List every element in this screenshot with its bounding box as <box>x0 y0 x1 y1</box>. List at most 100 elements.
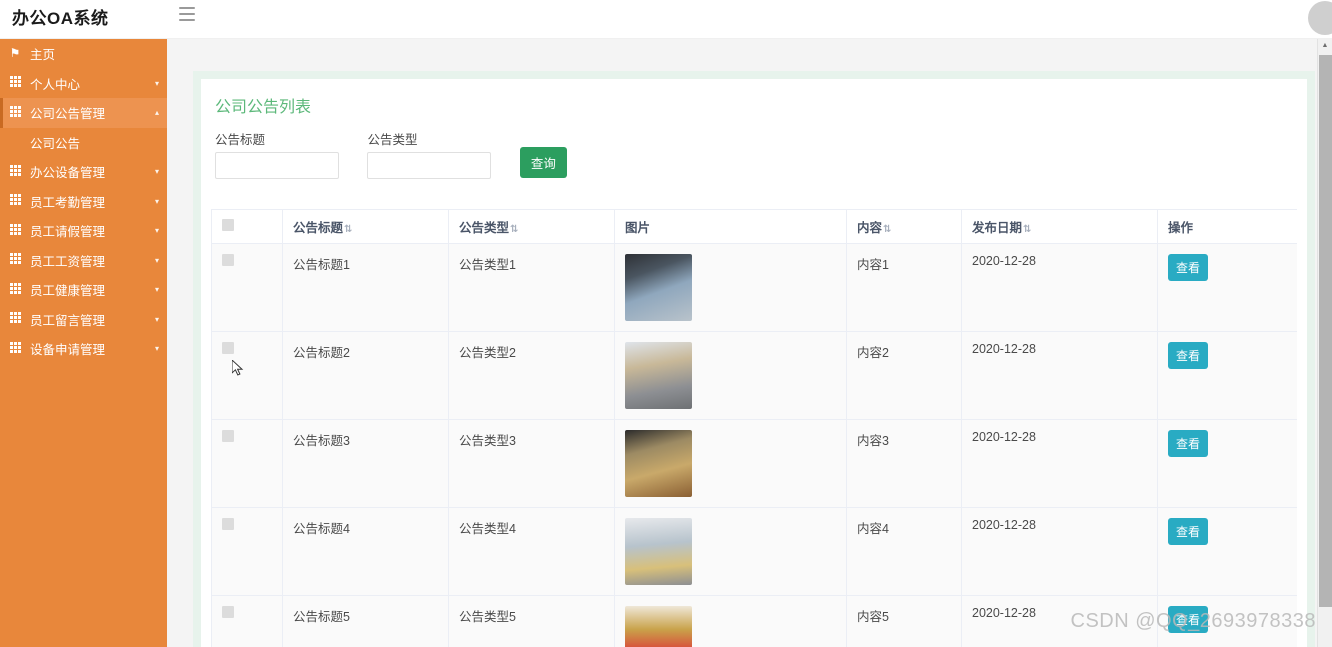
scroll-up-arrow-icon[interactable]: ▲ <box>1318 39 1332 53</box>
view-button[interactable]: 查看 <box>1168 342 1209 369</box>
content-panel: 公司公告列表 公告标题 公告类型 查询 公告标题⇅ 公告类型⇅ 图片 内容⇅ 发… <box>193 71 1315 647</box>
page-title: 公司公告列表 <box>215 99 312 116</box>
cell-date: 2020-12-28 <box>961 419 1158 508</box>
chevron-down-icon[interactable]: ▾ <box>147 79 167 88</box>
cell-content: 内容1 <box>846 243 962 332</box>
sidebar-item-5[interactable]: 员工请假管理 ▾ <box>0 216 167 246</box>
row-checkbox[interactable] <box>222 518 234 530</box>
table-header-label: 发布日期 <box>972 221 1023 235</box>
sort-toggle-icon[interactable]: ⇅ <box>510 224 518 235</box>
table-header-label: 图片 <box>625 221 651 235</box>
chevron-down-icon[interactable]: ▾ <box>147 285 167 294</box>
sidebar-item-4[interactable]: 员工考勤管理 ▾ <box>0 187 167 217</box>
row-checkbox[interactable] <box>222 430 234 442</box>
table-header-label: 操作 <box>1168 221 1194 235</box>
avatar[interactable] <box>1308 1 1332 35</box>
sidebar-item-6[interactable]: 员工工资管理 ▾ <box>0 246 167 276</box>
chevron-down-icon[interactable]: ▾ <box>147 256 167 265</box>
chevron-down-icon[interactable]: ▾ <box>147 315 167 324</box>
search-form: 公告标题 公告类型 查询 <box>215 129 567 179</box>
table-header-title[interactable]: 公告标题⇅ <box>282 209 449 244</box>
row-checkbox[interactable] <box>222 254 234 266</box>
search-title-input[interactable] <box>215 152 339 179</box>
grid-icon <box>0 253 30 267</box>
row-checkbox[interactable] <box>222 342 234 354</box>
cell-content: 内容3 <box>846 419 962 508</box>
page-scrollbar[interactable]: ▲ <box>1317 39 1332 647</box>
cell-title: 公告标题2 <box>282 331 449 420</box>
scrollbar-thumb[interactable] <box>1319 55 1332 607</box>
announcement-thumbnail[interactable] <box>625 254 692 321</box>
cell-title: 公告标题4 <box>282 507 449 596</box>
table-header-date[interactable]: 发布日期⇅ <box>961 209 1158 244</box>
chevron-down-icon[interactable]: ▾ <box>147 197 167 206</box>
chevron-up-icon[interactable]: ▴ <box>147 108 167 117</box>
sidebar-item-2[interactable]: 公司公告管理 ▴ <box>0 98 167 128</box>
grid-icon <box>0 312 30 326</box>
sidebar-item-8[interactable]: 员工留言管理 ▾ <box>0 305 167 335</box>
announcement-thumbnail[interactable] <box>625 518 692 585</box>
sidebar-item-label: 员工工资管理 <box>30 254 106 269</box>
row-checkbox-cell <box>211 243 283 332</box>
sidebar-item-7[interactable]: 员工健康管理 ▾ <box>0 275 167 305</box>
sidebar-item-0[interactable]: ⚑ 主页 <box>0 39 167 69</box>
sidebar-item-1[interactable]: 个人中心 ▾ <box>0 69 167 99</box>
announcement-thumbnail[interactable] <box>625 342 692 409</box>
sort-toggle-icon[interactable]: ⇅ <box>1023 224 1031 235</box>
chevron-down-icon[interactable]: ▾ <box>147 226 167 235</box>
table-head: 公告标题⇅ 公告类型⇅ 图片 内容⇅ 发布日期⇅ 操作 <box>211 209 1297 244</box>
table-header-label: 公告类型 <box>459 221 510 235</box>
row-checkbox[interactable] <box>222 606 234 618</box>
row-checkbox-cell <box>211 595 283 647</box>
chevron-down-icon[interactable]: ▾ <box>147 344 167 353</box>
sidebar-item-label: 公司公告管理 <box>30 107 106 122</box>
table-header-content[interactable]: 内容⇅ <box>846 209 962 244</box>
select-all-checkbox[interactable] <box>222 219 234 231</box>
sidebar-submenu-item-announcement[interactable]: 公司公告 <box>0 128 167 158</box>
announcement-thumbnail[interactable] <box>625 606 692 647</box>
chevron-down-icon[interactable]: ▾ <box>147 167 167 176</box>
sidebar-item-label: 员工留言管理 <box>30 313 106 328</box>
cell-type: 公告类型1 <box>448 243 615 332</box>
sort-toggle-icon[interactable]: ⇅ <box>344 224 352 235</box>
sort-toggle-icon[interactable]: ⇅ <box>883 224 891 235</box>
cell-content: 内容5 <box>846 595 962 647</box>
cell-image <box>614 331 847 420</box>
search-field-type-group: 公告类型 <box>367 129 492 179</box>
cell-content: 内容2 <box>846 331 962 420</box>
cell-type: 公告类型2 <box>448 331 615 420</box>
row-checkbox-cell <box>211 507 283 596</box>
hamburger-icon[interactable] <box>179 7 195 21</box>
search-type-input[interactable] <box>367 152 492 179</box>
cell-date: 2020-12-28 <box>961 331 1158 420</box>
table-header-row: 公告标题⇅ 公告类型⇅ 图片 内容⇅ 发布日期⇅ 操作 <box>211 209 1297 244</box>
sidebar-item-9[interactable]: 设备申请管理 ▾ <box>0 334 167 364</box>
view-button[interactable]: 查看 <box>1168 254 1209 281</box>
cell-title: 公告标题3 <box>282 419 449 508</box>
view-button[interactable]: 查看 <box>1168 606 1209 633</box>
sidebar-item-label: 员工健康管理 <box>30 284 106 299</box>
table-header-type[interactable]: 公告类型⇅ <box>448 209 615 244</box>
search-submit-button[interactable]: 查询 <box>519 147 567 178</box>
announcement-thumbnail[interactable] <box>625 430 692 497</box>
search-field-title-group: 公告标题 <box>215 129 339 179</box>
sidebar-item-3[interactable]: 办公设备管理 ▾ <box>0 157 167 187</box>
grid-icon <box>0 76 30 90</box>
sidebar-item-label: 员工请假管理 <box>30 225 106 240</box>
cell-content: 内容4 <box>846 507 962 596</box>
sidebar-item-label: 办公设备管理 <box>30 166 106 181</box>
grid-icon <box>0 194 30 208</box>
cell-image <box>614 507 847 596</box>
table-header-checkbox <box>211 209 283 244</box>
view-button[interactable]: 查看 <box>1168 430 1209 457</box>
grid-icon <box>0 223 30 238</box>
table-body: 公告标题1 公告类型1 内容1 2020-12-28 查看 公告标题2 公告类型2 内容2 20… <box>211 243 1297 647</box>
cell-operations: 查看 <box>1157 595 1297 647</box>
table-row: 公告标题5 公告类型5 内容5 2020-12-28 查看 <box>211 595 1297 647</box>
cell-image <box>614 419 847 508</box>
table-header-label: 公告标题 <box>293 221 344 235</box>
table-header-op: 操作 <box>1157 209 1297 244</box>
cell-operations: 查看 <box>1157 331 1297 420</box>
view-button[interactable]: 查看 <box>1168 518 1209 545</box>
search-field-type-label: 公告类型 <box>367 133 418 147</box>
